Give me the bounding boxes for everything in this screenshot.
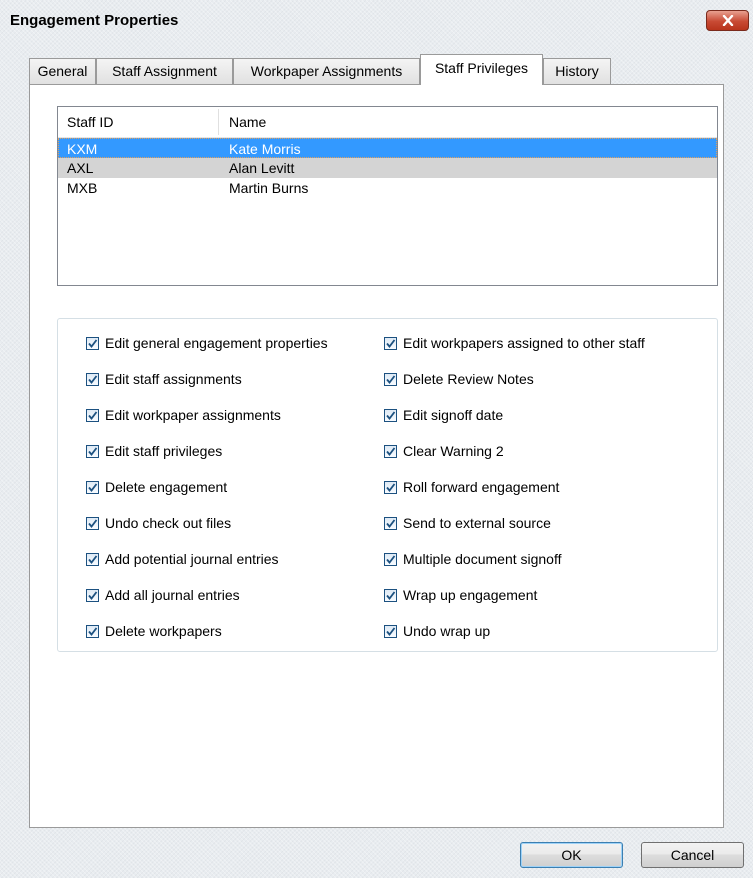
privilege-checkbox[interactable]: Edit staff privileges [86,441,222,461]
privilege-label: Edit staff privileges [105,443,223,459]
privilege-label: Edit signoff date [403,407,504,423]
privilege-label: Add potential journal entries [105,551,279,567]
staff-row[interactable]: MXB Martin Burns [58,178,717,198]
checkbox-checked-icon[interactable] [86,624,99,638]
column-divider[interactable] [218,109,219,135]
privilege-checkbox[interactable]: Undo wrap up [384,621,490,641]
staff-list[interactable]: Staff ID Name KXM Kate Morris AXL Alan L… [57,106,718,286]
privilege-checkbox[interactable]: Edit signoff date [384,405,503,425]
privilege-checkbox[interactable]: Wrap up engagement [384,585,537,605]
tab-workpaper-assignments[interactable]: Workpaper Assignments [233,58,420,84]
privilege-label: Send to external source [403,515,551,531]
cancel-button[interactable]: Cancel [641,842,744,868]
checkbox-checked-icon[interactable] [86,336,99,350]
privilege-checkbox[interactable]: Delete workpapers [86,621,222,641]
window-title: Engagement Properties [10,12,179,29]
privilege-label: Undo check out files [105,515,232,531]
checkbox-checked-icon[interactable] [86,588,99,602]
checkbox-checked-icon[interactable] [86,552,99,566]
privilege-checkbox[interactable]: Edit staff assignments [86,369,242,389]
privilege-label: Clear Warning 2 [403,443,504,459]
privilege-label: Undo wrap up [403,623,491,639]
privilege-label: Edit general engagement properties [105,335,328,351]
checkbox-checked-icon[interactable] [86,480,99,494]
staff-privileges-panel: Staff ID Name KXM Kate Morris AXL Alan L… [29,84,724,828]
privilege-label: Edit staff assignments [105,371,242,387]
staff-row[interactable]: KXM Kate Morris [58,138,717,158]
checkbox-checked-icon[interactable] [384,480,397,494]
privilege-checkbox[interactable]: Add potential journal entries [86,549,279,569]
privilege-checkbox[interactable]: Undo check out files [86,513,231,533]
privilege-label: Roll forward engagement [403,479,560,495]
privileges-group: Edit general engagement properties Edit … [57,318,718,652]
checkbox-checked-icon[interactable] [384,408,397,422]
staff-id-cell: KXM [67,141,98,157]
privilege-label: Add all journal entries [105,587,240,603]
privilege-checkbox[interactable]: Delete Review Notes [384,369,534,389]
checkbox-checked-icon[interactable] [86,372,99,386]
checkbox-checked-icon[interactable] [384,444,397,458]
checkbox-checked-icon[interactable] [86,516,99,530]
checkbox-checked-icon[interactable] [384,624,397,638]
checkbox-checked-icon[interactable] [384,516,397,530]
privilege-checkbox[interactable]: Clear Warning 2 [384,441,504,461]
tab-history[interactable]: History [543,58,611,84]
staff-row[interactable]: AXL Alan Levitt [58,158,717,178]
column-header-staff-id[interactable]: Staff ID [67,107,113,137]
staff-name-cell: Alan Levitt [229,160,295,176]
column-header-name[interactable]: Name [229,107,266,137]
staff-list-header: Staff ID Name [58,107,717,138]
tab-staff-privileges[interactable]: Staff Privileges [420,54,543,85]
privilege-label: Edit workpaper assignments [105,407,281,423]
checkbox-checked-icon[interactable] [384,552,397,566]
tab-staff-assignment[interactable]: Staff Assignment [96,58,233,84]
ok-button[interactable]: OK [520,842,623,868]
privilege-checkbox[interactable]: Edit workpapers assigned to other staff [384,333,645,353]
engagement-properties-dialog: Engagement Properties General Staff Assi… [0,0,753,878]
privilege-checkbox[interactable]: Roll forward engagement [384,477,559,497]
staff-name-cell: Martin Burns [229,180,309,196]
checkbox-checked-icon[interactable] [86,408,99,422]
privilege-label: Multiple document signoff [403,551,562,567]
close-button[interactable] [706,10,749,31]
privilege-label: Delete engagement [105,479,228,495]
privilege-label: Edit workpapers assigned to other staff [403,335,645,351]
close-icon [722,15,733,26]
staff-id-cell: MXB [67,180,98,196]
staff-id-cell: AXL [67,160,94,176]
privilege-checkbox[interactable]: Edit workpaper assignments [86,405,281,425]
checkbox-checked-icon[interactable] [384,336,397,350]
privilege-checkbox[interactable]: Edit general engagement properties [86,333,328,353]
checkbox-checked-icon[interactable] [86,444,99,458]
privilege-checkbox[interactable]: Send to external source [384,513,551,533]
tab-general[interactable]: General [29,58,96,84]
checkbox-checked-icon[interactable] [384,588,397,602]
staff-name-cell: Kate Morris [229,141,301,157]
privilege-label: Delete Review Notes [403,371,534,387]
title-bar[interactable]: Engagement Properties [0,0,753,36]
privilege-checkbox[interactable]: Delete engagement [86,477,227,497]
privilege-label: Wrap up engagement [403,587,538,603]
privilege-checkbox[interactable]: Add all journal entries [86,585,240,605]
privilege-checkbox[interactable]: Multiple document signoff [384,549,562,569]
checkbox-checked-icon[interactable] [384,372,397,386]
privilege-label: Delete workpapers [105,623,222,639]
